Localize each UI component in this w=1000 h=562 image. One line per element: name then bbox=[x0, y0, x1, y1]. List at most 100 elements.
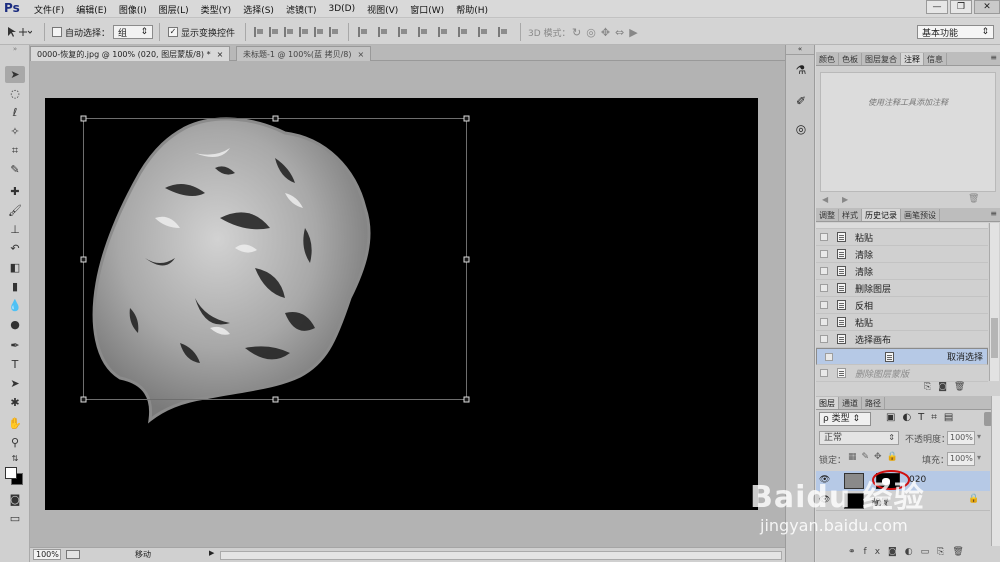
marquee-tool-icon[interactable]: ◌ bbox=[5, 85, 25, 102]
layer-visibility-icon[interactable]: 👁 bbox=[819, 475, 830, 485]
menu-window[interactable]: 窗口(W) bbox=[410, 3, 444, 16]
history-item[interactable]: 选择画布 bbox=[816, 331, 988, 348]
blur-tool-icon[interactable]: 💧 bbox=[5, 297, 25, 314]
align-right-icon[interactable] bbox=[284, 27, 294, 37]
show-transform-checkbox[interactable]: ✓ bbox=[168, 27, 178, 37]
history-item[interactable]: 粘贴 bbox=[816, 314, 988, 331]
tool-presets-icon[interactable]: ⚗ bbox=[790, 60, 812, 80]
menu-image[interactable]: 图像(I) bbox=[119, 3, 147, 16]
history-actions-icons[interactable]: ⎘◙🗑 bbox=[924, 382, 972, 392]
brush-presets-icon[interactable]: ✐ bbox=[790, 91, 812, 111]
tab-history[interactable]: 历史记录 bbox=[862, 209, 901, 221]
move-tool-icon[interactable]: ➤ bbox=[5, 66, 25, 83]
panel-menu-icon[interactable]: ≡ bbox=[990, 53, 997, 62]
menu-help[interactable]: 帮助(H) bbox=[456, 3, 488, 16]
distribute-right-icon[interactable] bbox=[398, 27, 408, 37]
history-checkbox[interactable] bbox=[820, 284, 828, 292]
layers-scrollbar[interactable] bbox=[991, 396, 1000, 546]
tab-adjustments[interactable]: 调整 bbox=[816, 209, 839, 221]
zoom-tool-icon[interactable]: ⚲ bbox=[5, 434, 25, 451]
history-item-selected[interactable]: 取消选择 bbox=[816, 348, 988, 365]
pen-tool-icon[interactable]: ✒ bbox=[5, 337, 25, 354]
horizontal-scrollbar[interactable] bbox=[220, 551, 782, 560]
swap-colors-icon[interactable]: ⇅ bbox=[5, 450, 25, 467]
image-canvas[interactable] bbox=[45, 98, 758, 510]
align-top-icon[interactable] bbox=[299, 27, 309, 37]
clone-stamp-tool-icon[interactable]: ⊥ bbox=[5, 221, 25, 238]
align-bottom-icon[interactable] bbox=[329, 27, 339, 37]
menu-3d[interactable]: 3D(D) bbox=[328, 4, 355, 14]
eyedropper-tool-icon[interactable]: ✎ bbox=[5, 161, 25, 178]
gradient-tool-icon[interactable]: ▮ bbox=[5, 278, 25, 295]
history-checkbox[interactable] bbox=[820, 267, 828, 275]
auto-select-checkbox[interactable] bbox=[52, 27, 62, 37]
delete-note-icon[interactable]: 🗑 bbox=[968, 194, 979, 204]
next-note-icon[interactable]: ▶ bbox=[842, 195, 848, 204]
brush-tool-icon[interactable]: 🖌 bbox=[5, 202, 25, 219]
distribute-hcenter-icon[interactable] bbox=[378, 27, 388, 37]
close-tab-icon[interactable]: × bbox=[358, 50, 365, 59]
status-menu-arrow-icon[interactable]: ▶ bbox=[209, 549, 214, 557]
restore-button[interactable]: ❐ bbox=[950, 0, 972, 14]
auto-align-icon[interactable] bbox=[498, 27, 508, 37]
history-checkbox[interactable] bbox=[820, 233, 828, 241]
layer-actions-icons[interactable]: ⚭fx◙◐▭⎘🗑 bbox=[848, 547, 972, 557]
eraser-tool-icon[interactable]: ◧ bbox=[5, 259, 25, 276]
workspace-dropdown[interactable]: 基本功能 ⇕ bbox=[917, 25, 994, 39]
menu-edit[interactable]: 编辑(E) bbox=[76, 3, 107, 16]
history-checkbox[interactable] bbox=[820, 250, 828, 258]
crop-tool-icon[interactable]: ⌗ bbox=[5, 142, 25, 159]
close-button[interactable]: ✕ bbox=[974, 0, 1000, 14]
opacity-input[interactable]: 100% bbox=[947, 431, 975, 445]
history-item[interactable]: 粘贴 bbox=[816, 229, 988, 246]
tab-styles[interactable]: 样式 bbox=[839, 209, 862, 221]
distribute-bottom-icon[interactable] bbox=[458, 27, 468, 37]
history-checkbox[interactable] bbox=[820, 318, 828, 326]
zoom-field[interactable]: 100% bbox=[33, 549, 61, 560]
history-scrollbar[interactable] bbox=[989, 223, 999, 381]
menu-filter[interactable]: 滤镜(T) bbox=[286, 3, 317, 16]
blend-mode-dropdown[interactable]: 正常 ⇕ bbox=[819, 431, 899, 445]
tab-paths[interactable]: 路径 bbox=[862, 397, 885, 409]
tab-document-1[interactable]: 0000-恢复的.jpg @ 100% (020, 图层蒙版/8) * × bbox=[30, 46, 231, 61]
history-checkbox[interactable] bbox=[820, 369, 828, 377]
menu-type[interactable]: 类型(Y) bbox=[201, 3, 232, 16]
lock-icons[interactable]: ▦✎✥🔒 bbox=[848, 452, 903, 462]
panel-menu-icon[interactable]: ≡ bbox=[990, 209, 997, 218]
align-left-icon[interactable] bbox=[254, 27, 264, 37]
show-transform-option[interactable]: ✓ 显示变换控件 bbox=[168, 25, 235, 39]
prev-note-icon[interactable]: ◀ bbox=[822, 195, 828, 204]
side-strip-grip-icon[interactable]: « bbox=[786, 45, 814, 55]
auto-select-dropdown[interactable]: 组 ⇕ bbox=[113, 25, 153, 39]
screen-mode-icon[interactable]: ▭ bbox=[5, 510, 25, 527]
tab-layer-comps[interactable]: 图层复合 bbox=[862, 53, 901, 65]
close-tab-icon[interactable]: × bbox=[217, 50, 224, 59]
auto-select-option[interactable]: 自动选择： bbox=[52, 25, 110, 39]
minimize-button[interactable]: — bbox=[926, 0, 948, 14]
tab-notes[interactable]: 注释 bbox=[901, 53, 924, 65]
history-checkbox[interactable] bbox=[825, 352, 833, 361]
dodge-tool-icon[interactable]: ● bbox=[5, 316, 25, 333]
history-item[interactable]: 清除 bbox=[816, 246, 988, 263]
tab-color[interactable]: 颜色 bbox=[816, 53, 839, 65]
quick-mask-icon[interactable]: ◙ bbox=[5, 491, 25, 508]
menu-layer[interactable]: 图层(L) bbox=[159, 3, 189, 16]
toolbar-collapse-icon[interactable]: » bbox=[5, 45, 25, 53]
layer-row-background[interactable]: 👁 背景 🔒 bbox=[816, 491, 990, 511]
doc-info-icon[interactable] bbox=[66, 550, 80, 559]
tab-info[interactable]: 信息 bbox=[924, 53, 947, 65]
foreground-color-swatch[interactable] bbox=[5, 467, 17, 479]
history-checkbox[interactable] bbox=[820, 301, 828, 309]
history-item-undone[interactable]: 删除图层蒙版 bbox=[816, 365, 988, 382]
background-layer-name[interactable]: 背景 bbox=[870, 495, 888, 508]
distribute-top-icon[interactable] bbox=[418, 27, 428, 37]
scrollbar-thumb[interactable] bbox=[991, 318, 998, 358]
hand-tool-icon[interactable]: ✋ bbox=[5, 415, 25, 432]
layer-visibility-icon[interactable]: 👁 bbox=[819, 495, 830, 505]
fill-input[interactable]: 100% bbox=[947, 452, 975, 466]
distribute-width-icon[interactable] bbox=[478, 27, 488, 37]
history-item[interactable]: 清除 bbox=[816, 263, 988, 280]
clone-source-icon[interactable]: ◎ bbox=[790, 119, 812, 139]
history-item[interactable]: 删除图层 bbox=[816, 280, 988, 297]
history-brush-tool-icon[interactable]: ↶ bbox=[5, 240, 25, 257]
